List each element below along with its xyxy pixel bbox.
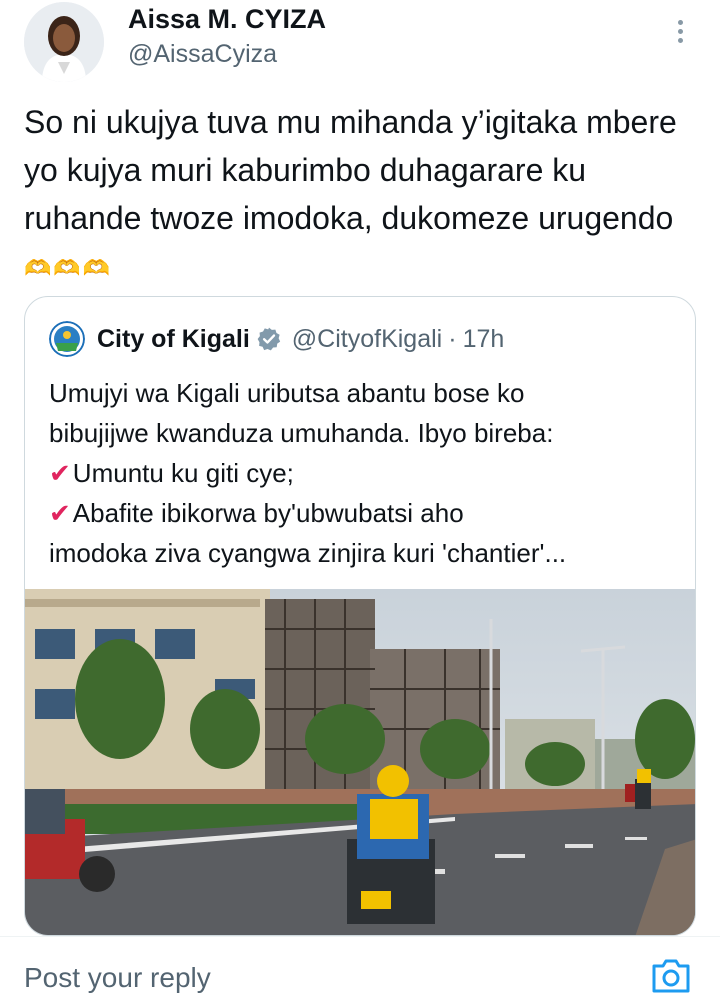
quoted-tweet-header: City of Kigali @CityofKigali · 17h xyxy=(49,321,504,357)
reply-divider xyxy=(0,936,720,937)
city-of-kigali-logo[interactable] xyxy=(49,321,85,357)
quoted-timestamp[interactable]: 17h xyxy=(463,325,505,354)
quoted-tweet-text: Umujyi wa Kigali uributsa abantu bose ko… xyxy=(49,373,689,573)
more-vertical-icon[interactable] xyxy=(668,16,692,50)
quoted-text-line: ✔Abafite ibikorwa by'ubwubatsi aho xyxy=(49,493,689,533)
quoted-list-item: Umuntu ku giti cye; xyxy=(72,458,294,488)
author-name[interactable]: Aissa M. CYIZA xyxy=(128,4,326,35)
red-check-icon: ✔ xyxy=(49,458,71,488)
author-handle[interactable]: @AissaCyiza xyxy=(128,40,277,69)
heart-hands-emoji: 🫶🫶🫶 xyxy=(24,255,113,281)
quoted-author-name[interactable]: City of Kigali xyxy=(97,325,250,354)
author-avatar[interactable] xyxy=(24,2,104,82)
quoted-tweet-card[interactable]: City of Kigali @CityofKigali · 17h Umujy… xyxy=(24,296,696,936)
quoted-tweet-photo[interactable] xyxy=(25,589,696,936)
tweet-text: So ni ukujya tuva mu mihanda y’igitaka m… xyxy=(24,98,704,293)
tweet-header: Aissa M. CYIZA @AissaCyiza xyxy=(0,0,720,92)
reply-input[interactable] xyxy=(24,958,624,998)
separator-dot: · xyxy=(448,324,457,353)
quoted-text-line: ✔Umuntu ku giti cye; xyxy=(49,453,689,493)
red-check-icon: ✔ xyxy=(49,498,71,528)
quoted-text-line: imodoka ziva cyangwa zinjira kuri 'chant… xyxy=(49,538,567,568)
quoted-author-handle[interactable]: @CityofKigali xyxy=(292,325,442,354)
quoted-text-line: Umujyi wa Kigali uributsa abantu bose ko xyxy=(49,378,525,408)
camera-icon[interactable] xyxy=(650,956,692,996)
tweet-body: So ni ukujya tuva mu mihanda y’igitaka m… xyxy=(24,104,677,236)
quoted-list-item: Abafite ibikorwa by'ubwubatsi aho xyxy=(72,498,464,528)
verified-badge-icon xyxy=(257,327,280,351)
quoted-text-line: bibujijwe kwanduza umuhanda. Ibyo bireba… xyxy=(49,418,554,448)
